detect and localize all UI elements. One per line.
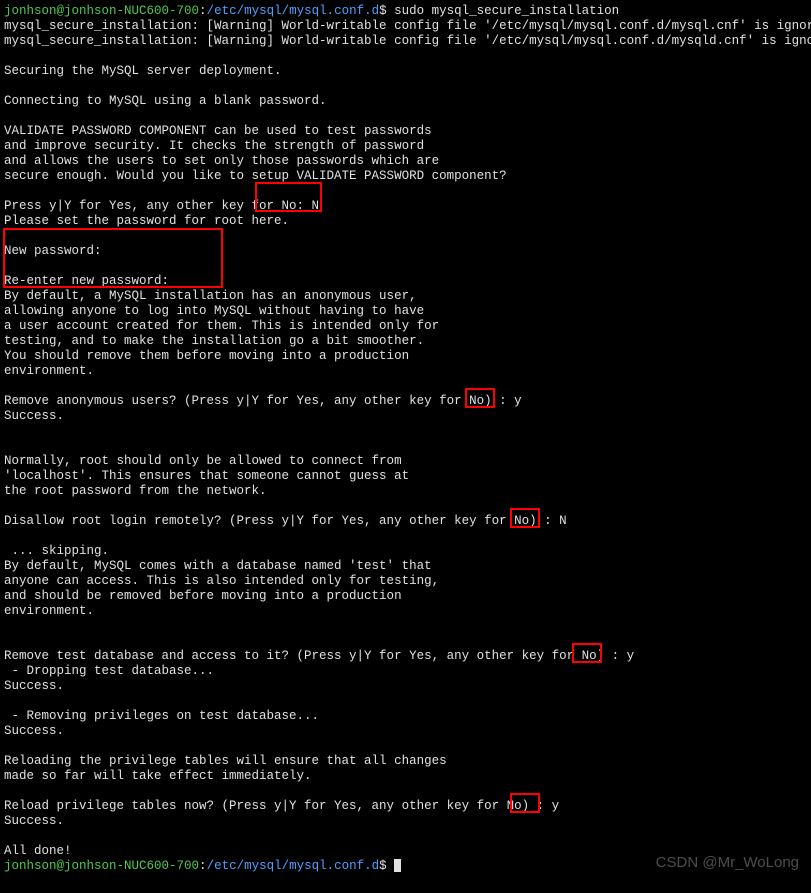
terminal-output: - Removing privileges on test database..… [4, 709, 807, 724]
terminal-output: allowing anyone to log into MySQL withou… [4, 304, 807, 319]
terminal-output: Success. [4, 814, 807, 829]
prompt-user: jonhson@jonhson-NUC600-700 [4, 4, 199, 18]
prompt-path: /etc/mysql/mysql.conf.d [207, 859, 380, 873]
terminal-output: VALIDATE PASSWORD COMPONENT can be used … [4, 124, 807, 139]
prompt-line-1[interactable]: jonhson@jonhson-NUC600-700:/etc/mysql/my… [4, 4, 807, 19]
terminal-output: Normally, root should only be allowed to… [4, 454, 807, 469]
terminal-output: and allows the users to set only those p… [4, 154, 807, 169]
terminal-output: testing, and to make the installation go… [4, 334, 807, 349]
prompt-colon: : [199, 4, 207, 18]
terminal-output: environment. [4, 604, 807, 619]
terminal-output [4, 439, 807, 454]
cursor-icon [394, 859, 401, 872]
terminal-output: Remove test database and access to it? (… [4, 649, 807, 664]
terminal-output: Reload privilege tables now? (Press y|Y … [4, 799, 807, 814]
terminal-output [4, 829, 807, 844]
terminal-output [4, 739, 807, 754]
terminal-output [4, 109, 807, 124]
terminal-output: Success. [4, 409, 807, 424]
terminal-output: You should remove them before moving int… [4, 349, 807, 364]
terminal-output: Securing the MySQL server deployment. [4, 64, 807, 79]
terminal-output: Press y|Y for Yes, any other key for No:… [4, 199, 807, 214]
prompt-symbol: $ [379, 859, 387, 873]
terminal-output [4, 49, 807, 64]
terminal-output: the root password from the network. [4, 484, 807, 499]
terminal-output: secure enough. Would you like to setup V… [4, 169, 807, 184]
terminal-output: made so far will take effect immediately… [4, 769, 807, 784]
prompt-user: jonhson@jonhson-NUC600-700 [4, 859, 199, 873]
terminal-output [4, 634, 807, 649]
terminal-output: environment. [4, 364, 807, 379]
terminal-output: 'localhost'. This ensures that someone c… [4, 469, 807, 484]
prompt-symbol: $ [379, 4, 387, 18]
terminal-output: mysql_secure_installation: [Warning] Wor… [4, 19, 807, 34]
terminal-output: mysql_secure_installation: [Warning] Wor… [4, 34, 807, 49]
terminal-output [4, 184, 807, 199]
terminal-output [4, 229, 807, 244]
terminal-output: Success. [4, 679, 807, 694]
terminal-output [4, 694, 807, 709]
terminal-output: and should be removed before moving into… [4, 589, 807, 604]
prompt-colon: : [199, 859, 207, 873]
terminal-output: Disallow root login remotely? (Press y|Y… [4, 514, 807, 529]
terminal-output: Please set the password for root here. [4, 214, 807, 229]
terminal-output: Reloading the privilege tables will ensu… [4, 754, 807, 769]
terminal-output [4, 784, 807, 799]
terminal-output [4, 529, 807, 544]
terminal-output: By default, a MySQL installation has an … [4, 289, 807, 304]
terminal-output [4, 259, 807, 274]
terminal-output: a user account created for them. This is… [4, 319, 807, 334]
terminal-output: ... skipping. [4, 544, 807, 559]
terminal-output: Remove anonymous users? (Press y|Y for Y… [4, 394, 807, 409]
terminal-output: Connecting to MySQL using a blank passwo… [4, 94, 807, 109]
watermark-text: CSDN @Mr_WoLong [656, 855, 799, 870]
terminal-output: anyone can access. This is also intended… [4, 574, 807, 589]
terminal-output [4, 79, 807, 94]
terminal-output: New password: [4, 244, 807, 259]
terminal-output: and improve security. It checks the stre… [4, 139, 807, 154]
terminal-output: Success. [4, 724, 807, 739]
command-text [387, 859, 395, 873]
terminal-output: Re-enter new password: [4, 274, 807, 289]
terminal-output [4, 499, 807, 514]
terminal-output: By default, MySQL comes with a database … [4, 559, 807, 574]
terminal-output [4, 424, 807, 439]
terminal-output [4, 379, 807, 394]
terminal-output: - Dropping test database... [4, 664, 807, 679]
terminal-output [4, 619, 807, 634]
command-text: sudo mysql_secure_installation [387, 4, 620, 18]
prompt-path: /etc/mysql/mysql.conf.d [207, 4, 380, 18]
